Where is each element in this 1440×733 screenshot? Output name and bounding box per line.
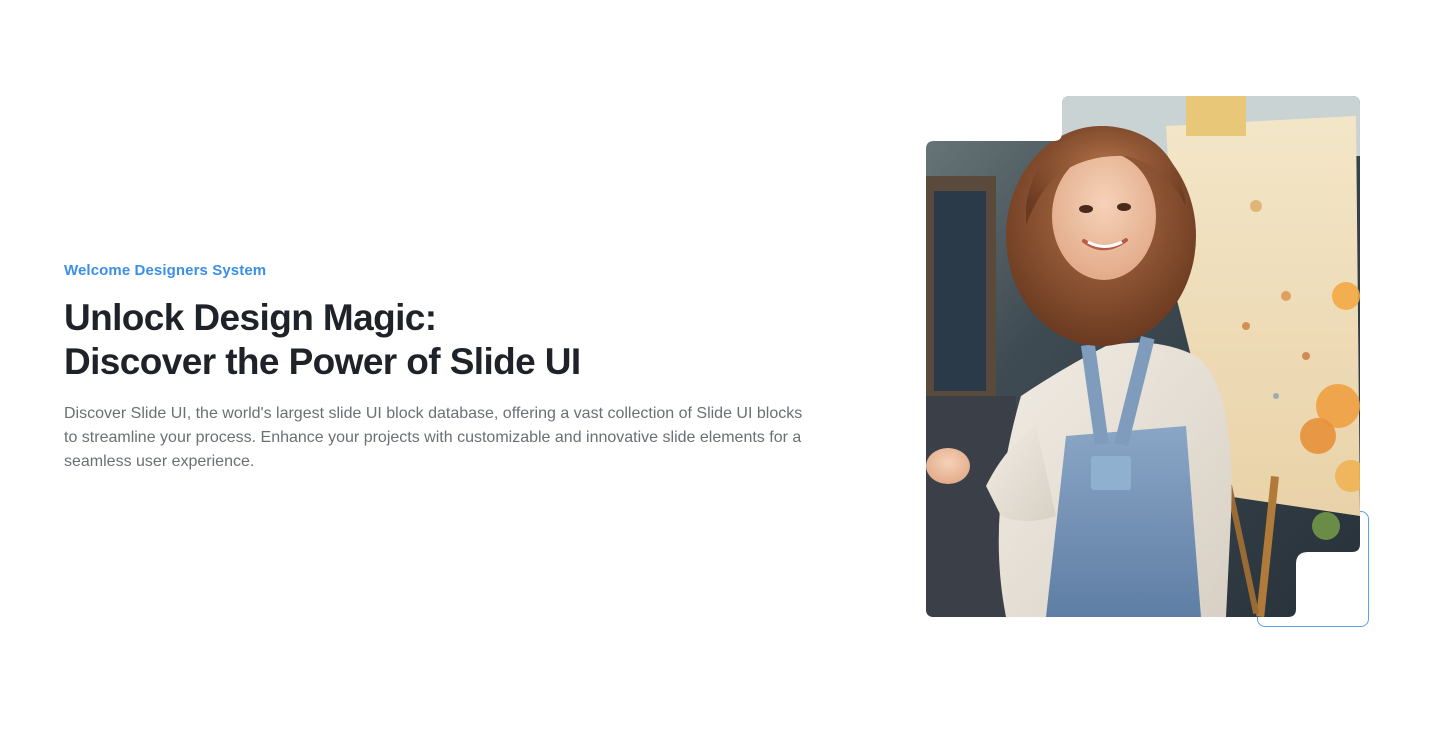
hero-image [926,96,1360,617]
hero-section: Welcome Designers System Unlock Design M… [0,0,1440,733]
hero-image-composite [926,96,1372,630]
hero-eyebrow: Welcome Designers System [64,262,267,279]
hero-headline: Unlock Design Magic: Discover the Power … [64,296,824,384]
hero-description: Discover Slide UI, the world's largest s… [64,405,803,470]
hero-headline-line-2: Discover the Power of Slide UI [64,341,581,382]
hero-headline-line-1: Unlock Design Magic: [64,297,437,338]
hero-text-block: Welcome Designers System Unlock Design M… [64,258,824,474]
